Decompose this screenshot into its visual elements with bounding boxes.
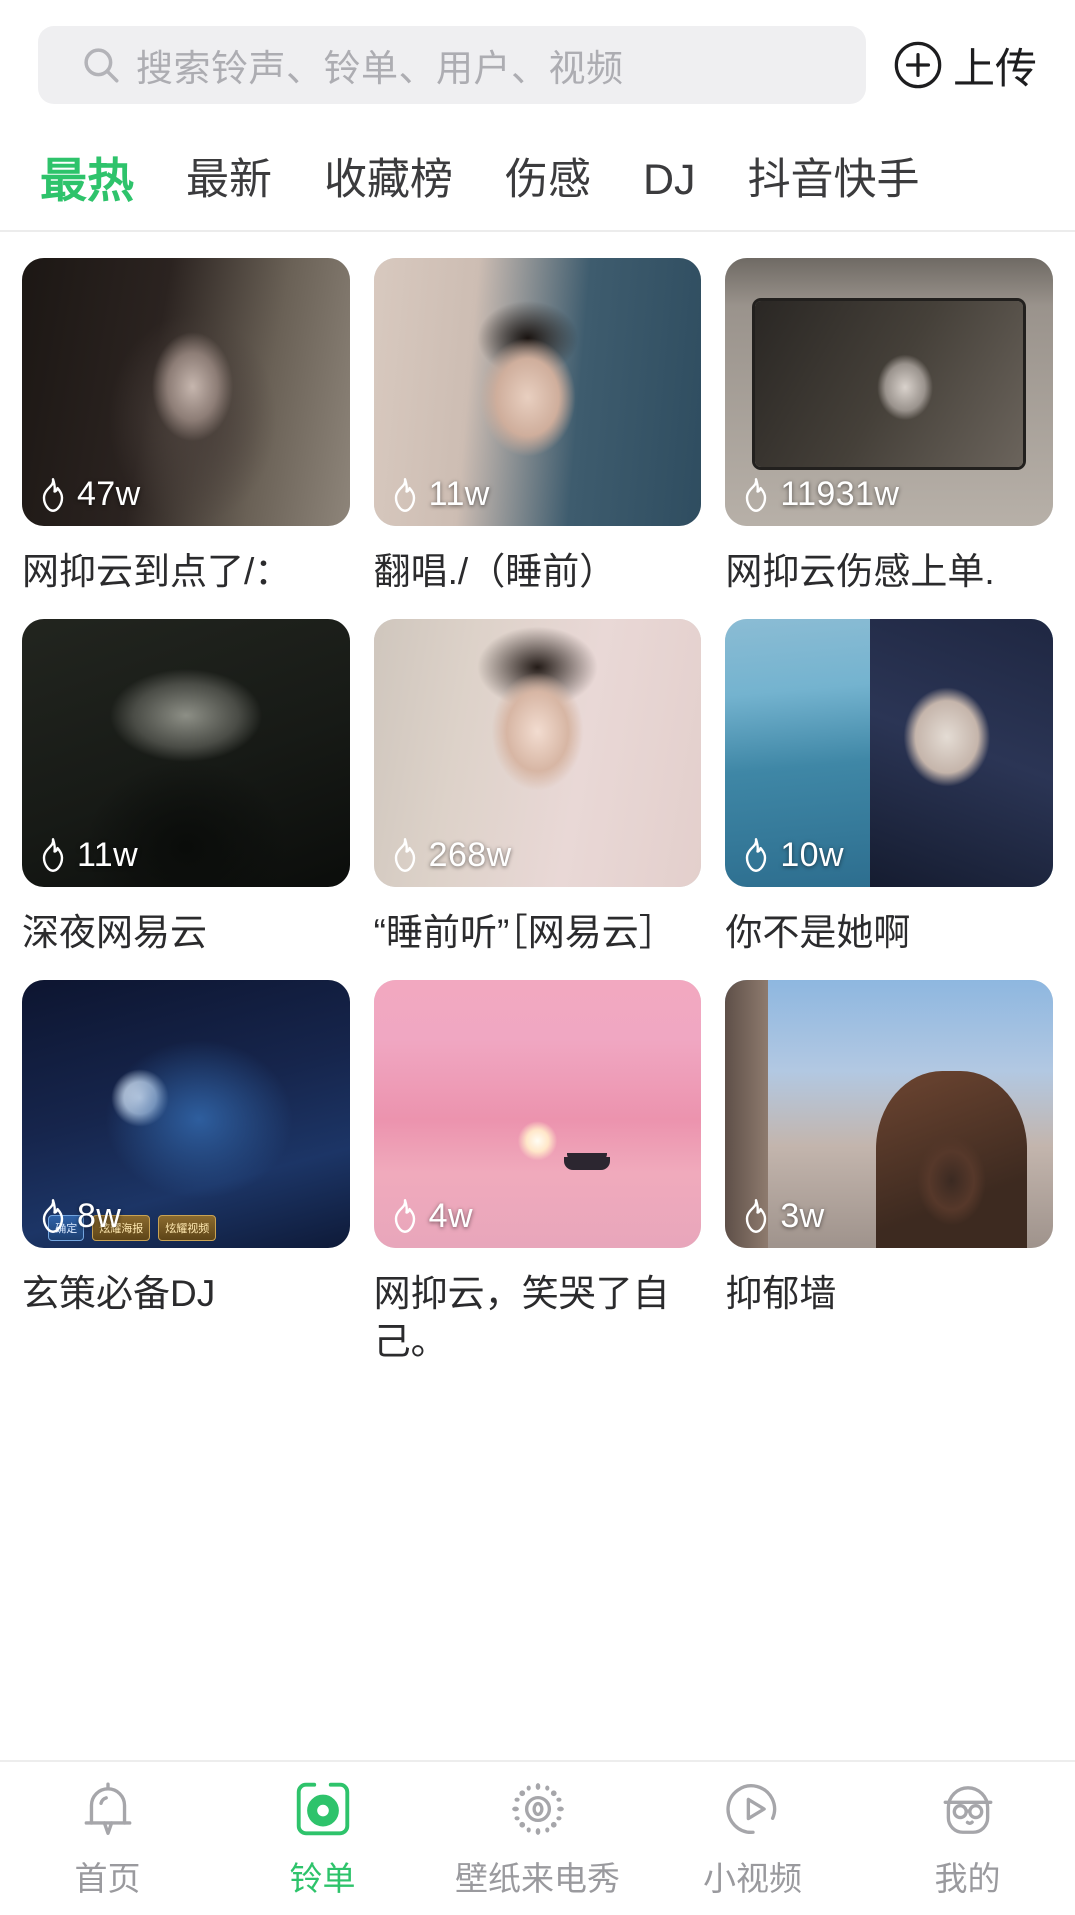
upload-label: 上传 (952, 44, 1037, 92)
nav-item-wallpaper-callshow[interactable]: 壁纸来电秀 (430, 1778, 645, 1900)
nav-label: 首页 (74, 1859, 141, 1897)
flame-icon (38, 837, 68, 873)
play-count-value: 11931w (780, 475, 900, 513)
play-count-value: 268w (428, 835, 512, 874)
tab-douyin-kuaishou[interactable]: 抖音快手 (722, 158, 946, 202)
tab-newest[interactable]: 最新 (160, 158, 298, 202)
play-count: 268w (390, 836, 512, 875)
play-count-value: 4w (428, 1196, 473, 1235)
flame-icon (741, 837, 771, 873)
play-count-value: 11w (77, 835, 139, 874)
game-badge: 炫耀视频 (158, 1214, 217, 1241)
card-title: “睡前听”［网易云］ (373, 911, 676, 953)
card-title: 抑郁墙 (725, 1272, 837, 1314)
bell-icon (77, 1778, 139, 1840)
card-thumbnail[interactable]: 11w (22, 618, 350, 887)
card-title: 网抑云到点了/： (22, 551, 292, 592)
card-title: 深夜网易云 (22, 911, 207, 953)
play-count-value: 47w (77, 475, 141, 513)
card-thumbnail[interactable]: 10w (725, 618, 1053, 887)
bottom-navigation: 首页 铃单 壁纸来电秀 小视频 我的 (0, 1760, 1075, 1915)
play-count: 8w (38, 1197, 121, 1236)
list-item[interactable]: 11w 翻唱./（睡前） (373, 258, 702, 619)
sun-rays-icon (507, 1778, 569, 1840)
search-icon (80, 44, 122, 86)
flame-icon (390, 1198, 420, 1234)
play-count: 3w (741, 1197, 824, 1236)
nav-item-ringlist[interactable]: 铃单 (215, 1778, 430, 1900)
card-title: 翻唱./（睡前） (373, 551, 617, 592)
play-count: 47w (38, 475, 141, 514)
flame-icon (741, 477, 771, 513)
search-input[interactable]: 搜索铃声、铃单、用户、视频 (38, 26, 866, 104)
disc-card-icon (292, 1778, 354, 1840)
list-item[interactable]: 10w 你不是她啊 (725, 618, 1053, 980)
tab-hottest[interactable]: 最热 (14, 157, 160, 204)
card-thumbnail[interactable]: 47w (22, 258, 350, 526)
card-thumbnail[interactable]: 3w (725, 979, 1053, 1248)
list-item[interactable]: 47w 网抑云到点了/： (22, 258, 350, 619)
profile-face-icon (937, 1778, 999, 1840)
card-title: 网抑云，笑哭了自己。 (373, 1272, 670, 1363)
card-thumbnail[interactable]: 11931w (725, 258, 1053, 526)
play-count: 10w (741, 836, 844, 875)
tab-favorites[interactable]: 收藏榜 (298, 158, 479, 202)
app-header: 搜索铃声、铃单、用户、视频 上传 (0, 0, 1075, 130)
nav-item-home[interactable]: 首页 (0, 1778, 215, 1900)
list-item[interactable]: 4w 网抑云，笑哭了自己。 (373, 979, 702, 1390)
list-item[interactable]: 268w “睡前听”［网易云］ (373, 618, 702, 980)
nav-label: 壁纸来电秀 (455, 1859, 620, 1897)
card-thumbnail[interactable]: 11w (373, 258, 702, 526)
play-count-value: 11w (428, 475, 490, 513)
card-title: 网抑云伤感上单. (725, 551, 995, 592)
nav-item-short-video[interactable]: 小视频 (645, 1778, 860, 1900)
play-count-value: 3w (780, 1196, 825, 1235)
plus-circle-icon (892, 39, 944, 91)
play-count: 11w (390, 475, 490, 514)
play-count-value: 8w (77, 1196, 122, 1235)
play-circle-icon (722, 1778, 784, 1840)
list-item[interactable]: 3w 抑郁墙 (725, 979, 1053, 1390)
upload-button[interactable]: 上传 (892, 35, 1041, 96)
category-tabs[interactable]: 最热 最新 收藏榜 伤感 DJ 抖音快手 (0, 130, 1075, 232)
flame-icon (38, 1198, 68, 1234)
card-thumbnail[interactable]: 268w (373, 618, 702, 887)
tab-dj[interactable]: DJ (617, 158, 722, 202)
play-count: 4w (390, 1197, 473, 1236)
list-item[interactable]: 11w 深夜网易云 (22, 618, 350, 980)
card-thumbnail[interactable]: 确定 炫耀海报 炫耀视频 8w (22, 979, 350, 1248)
card-title: 玄策必备DJ (22, 1272, 216, 1314)
list-item[interactable]: 11931w 网抑云伤感上单. (725, 258, 1053, 619)
nav-label: 铃单 (289, 1859, 356, 1897)
play-count: 11w (38, 836, 138, 875)
nav-label: 我的 (934, 1859, 1001, 1897)
flame-icon (390, 837, 420, 873)
nav-label: 小视频 (703, 1859, 802, 1897)
nav-item-profile[interactable]: 我的 (860, 1778, 1075, 1900)
flame-icon (741, 1198, 771, 1234)
play-count: 11931w (741, 475, 899, 514)
card-title: 你不是她啊 (725, 911, 911, 953)
list-item[interactable]: 确定 炫耀海报 炫耀视频 8w 玄策必备DJ (22, 979, 350, 1390)
card-thumbnail[interactable]: 4w (373, 979, 702, 1248)
flame-icon (390, 477, 420, 513)
tab-sad[interactable]: 伤感 (479, 158, 617, 202)
search-placeholder: 搜索铃声、铃单、用户、视频 (136, 48, 624, 89)
ringtone-grid: 47w 网抑云到点了/： 11w 翻唱./（睡前） 11931w 网抑云伤感上单… (0, 232, 1075, 1389)
flame-icon (38, 477, 68, 513)
play-count-value: 10w (780, 835, 844, 874)
